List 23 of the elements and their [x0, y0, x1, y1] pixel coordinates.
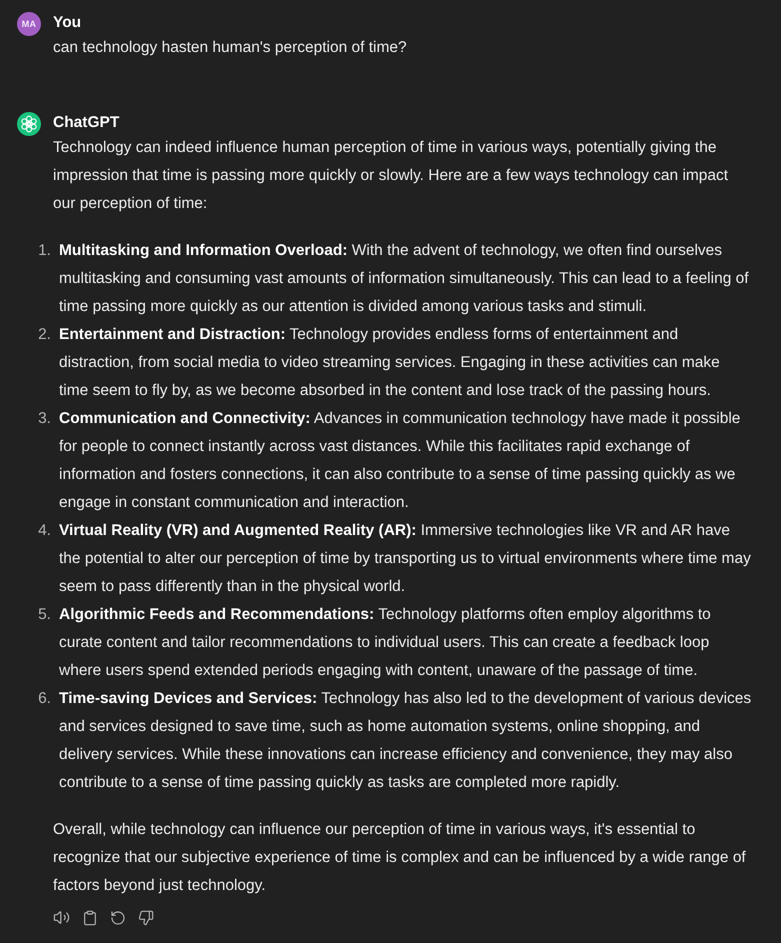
author-name: ChatGPT	[53, 113, 120, 133]
list-number: 6.	[37, 689, 51, 709]
logo-icon	[17, 112, 41, 136]
list-number: 4.	[37, 521, 51, 541]
message-text: Overall, while technology can influence our perception of time in various ways, it's essential to recognize that our subjective experience of time is complex and can be influenced by a wide range of factors beyond just technology.	[53, 820, 747, 896]
list-item-text: Entertainment and Distraction: Technology provides endless forms of entertainment and distraction, from social media to video streaming services. Engaging in these activities can make time seem to fly by, as we become absorbed in the content and lose track of the passing hours.	[59, 325, 721, 401]
message-text: Technology can indeed influence human perception of time in various ways, potentially giving the impression that time is passing more quickly or slowly. Here are a few ways technology can impact our perception of time:	[53, 138, 730, 214]
list-number: 3.	[37, 409, 51, 429]
refresh-icon[interactable]	[110, 910, 126, 926]
author-name: You	[53, 13, 82, 33]
speaker-icon[interactable]	[53, 909, 70, 926]
list-item-text: Multitasking and Information Overload: With the advent of technology, we often find ourselves multitasking and consuming vast amounts of information simultaneously. This can lead to a feeling of time passing more quickly as our attention is divided among various tasks and stimuli.	[59, 241, 750, 317]
list-item-text: Time-saving Devices and Services: Technology has also led to the development of various devices and services designed to save time, such as home automation systems, online shopping, and delivery services. While these innovations can increase efficiency and convenience, they may also contribute to a sense of time passing quickly as tasks are completed more rapidly.	[59, 689, 752, 793]
user-avatar: MA	[17, 12, 41, 36]
list-item-text: Communication and Connectivity: Advances in communication technology have made it possible for people to connect instantly across vast distances. While this facilitates rapid exchange of information and fosters connections, it can also contribute to a sense of time passing quickly as we engage in constant communication and interaction.	[59, 409, 742, 513]
list-number: 2.	[37, 325, 51, 345]
message-text: can technology hasten human's perception of time?	[53, 38, 408, 58]
list-number: 5.	[37, 605, 51, 625]
list-number: 1.	[37, 241, 51, 261]
list-item-text: Virtual Reality (VR) and Augmented Reality (AR): Immersive technologies like VR and AR have the potential to alter our perception of time by transporting us to virtual environments where time may seem to pass differently than in the physical world.	[59, 521, 752, 597]
thumbs-down-icon[interactable]	[138, 910, 154, 926]
list-item-text: Algorithmic Feeds and Recommendations: Technology platforms often employ algorithms to curate content and tailor recommendations to individual users. This can create a feedback loop where users spend extended periods engaging with content, unaware of the passage of time.	[59, 605, 712, 681]
clipboard-icon[interactable]	[82, 910, 98, 926]
